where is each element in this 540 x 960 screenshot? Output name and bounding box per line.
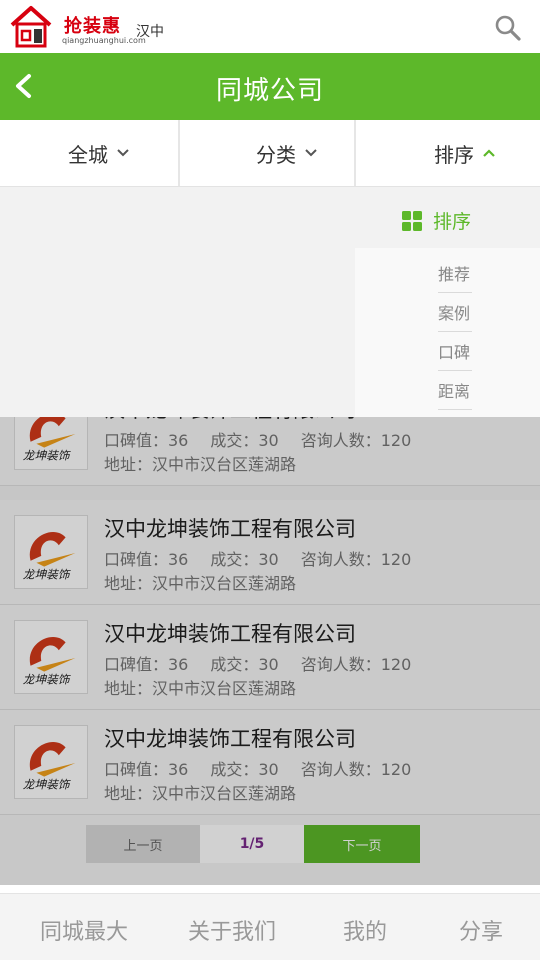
- chevron-down-icon: [117, 149, 129, 157]
- sort-option-recommend[interactable]: 推荐: [438, 254, 472, 293]
- sort-dropdown: 排序 推荐 案例 口碑 距离: [0, 187, 540, 417]
- nav-item-mine[interactable]: 我的: [343, 914, 387, 946]
- filter-tab-category[interactable]: 分类: [172, 120, 356, 186]
- house-logo-icon[interactable]: [8, 3, 54, 49]
- nav-item-share[interactable]: 分享: [459, 914, 503, 946]
- filter-label: 排序: [434, 142, 474, 167]
- sort-option-cases[interactable]: 案例: [438, 293, 472, 332]
- brand-url: qiangzhuanghui.com: [62, 36, 146, 45]
- sort-option-reputation[interactable]: 口碑: [438, 332, 472, 371]
- filter-tab-sort[interactable]: 排序: [356, 120, 540, 186]
- city-selector[interactable]: 汉中: [136, 21, 164, 41]
- page-title: 同城公司: [215, 76, 324, 106]
- search-icon[interactable]: [494, 14, 522, 42]
- chevron-up-icon: [483, 149, 495, 157]
- title-bar: 同城公司: [0, 53, 540, 120]
- sort-dropdown-heading[interactable]: 排序: [402, 207, 471, 234]
- chevron-down-icon: [305, 149, 317, 157]
- filter-label: 分类: [256, 142, 296, 167]
- sort-heading-label: 排序: [433, 211, 472, 233]
- bottom-nav: 同城最大 关于我们 我的 分享: [0, 893, 540, 960]
- sort-options-panel: 推荐 案例 口碑 距离: [355, 248, 540, 417]
- filter-tab-area[interactable]: 全城: [0, 120, 180, 186]
- filter-label: 全城: [68, 142, 108, 167]
- nav-item-biggest[interactable]: 同城最大: [40, 914, 128, 946]
- sort-option-distance[interactable]: 距离: [438, 371, 472, 410]
- nav-item-about[interactable]: 关于我们: [188, 914, 276, 946]
- grid-icon: [402, 210, 422, 231]
- brand-bar: 抢装惠 qiangzhuanghui.com 汉中: [0, 0, 540, 53]
- filter-bar: 全城 分类 排序: [0, 120, 540, 187]
- brand-name[interactable]: 抢装惠: [64, 12, 121, 38]
